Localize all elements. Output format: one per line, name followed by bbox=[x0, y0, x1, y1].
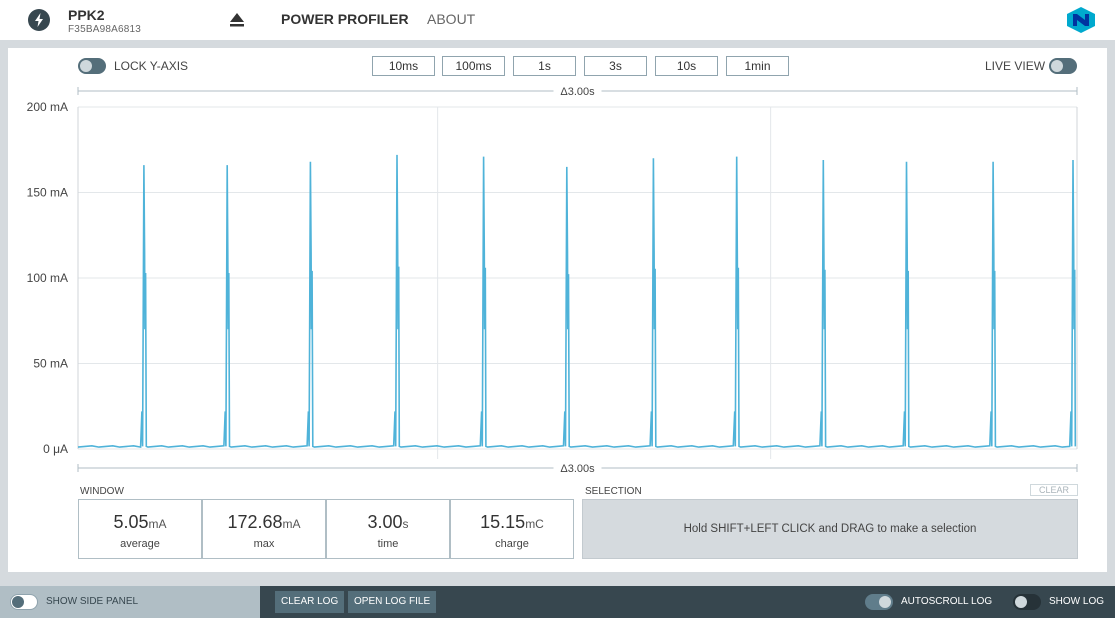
device-serial: F35BA98A6813 bbox=[68, 24, 142, 35]
nordic-logo-icon bbox=[1067, 7, 1095, 33]
selection-section-label: SELECTION bbox=[585, 486, 642, 497]
toggle-knob bbox=[1015, 596, 1027, 608]
tab-power-profiler[interactable]: POWER PROFILER bbox=[281, 11, 409, 27]
window-section-label: WINDOW bbox=[80, 486, 124, 497]
clear-log-button[interactable]: CLEAR LOG bbox=[275, 591, 345, 613]
stat-max: 172.68mA max bbox=[202, 499, 326, 559]
eject-icon[interactable] bbox=[228, 12, 246, 28]
stat-caption: average bbox=[120, 538, 160, 550]
app-header: PPK2 F35BA98A6813 POWER PROFILER ABOUT bbox=[0, 0, 1115, 40]
delta-top-label: Δ3.00s bbox=[560, 86, 595, 98]
y-tick-label: 200 mA bbox=[27, 100, 68, 114]
bolt-icon[interactable] bbox=[28, 9, 50, 31]
selection-area[interactable]: Hold SHIFT+LEFT CLICK and DRAG to make a… bbox=[582, 499, 1078, 559]
tab-about[interactable]: ABOUT bbox=[427, 11, 475, 27]
device-name[interactable]: PPK2 bbox=[68, 7, 105, 23]
clear-selection-button[interactable]: CLEAR bbox=[1030, 484, 1078, 496]
stat-unit: mC bbox=[525, 517, 544, 531]
stat-average: 5.05mA average bbox=[78, 499, 202, 559]
toggle-knob bbox=[12, 596, 24, 608]
main-panel: LOCK Y-AXIS 10ms 100ms 1s 3s 10s 1min LIVE VI… bbox=[8, 48, 1107, 572]
stat-value: 172.68 bbox=[227, 512, 283, 532]
stat-charge: 15.15mC charge bbox=[450, 499, 574, 559]
stat-value: 5.05 bbox=[113, 512, 149, 532]
y-tick-label: 150 mA bbox=[27, 186, 68, 200]
selection-hint: Hold SHIFT+LEFT CLICK and DRAG to make a… bbox=[683, 523, 977, 535]
y-tick-label: 100 mA bbox=[27, 271, 68, 285]
current-trace bbox=[77, 154, 1077, 449]
autoscroll-log-label: AUTOSCROLL LOG bbox=[901, 596, 993, 607]
show-side-panel-label: SHOW SIDE PANEL bbox=[46, 596, 139, 607]
y-tick-label: 50 mA bbox=[33, 357, 68, 371]
stat-time: 3.00s time bbox=[326, 499, 450, 559]
delta-bottom-label: Δ3.00s bbox=[560, 463, 595, 475]
show-side-panel-toggle[interactable] bbox=[10, 594, 38, 610]
stat-caption: charge bbox=[495, 538, 529, 550]
stat-unit: mA bbox=[282, 517, 301, 531]
footer-log-bar: CLEAR LOG OPEN LOG FILE AUTOSCROLL LOG S… bbox=[260, 586, 1115, 618]
autoscroll-log-toggle[interactable] bbox=[865, 594, 893, 610]
stat-unit: s bbox=[402, 517, 409, 531]
show-log-label: SHOW LOG bbox=[1049, 596, 1105, 607]
y-tick-label: 0 μA bbox=[43, 442, 68, 456]
stat-value: 15.15 bbox=[480, 512, 526, 532]
open-log-file-button[interactable]: OPEN LOG FILE bbox=[348, 591, 437, 613]
stat-unit: mA bbox=[148, 517, 167, 531]
current-chart[interactable]: 200 mA 150 mA 100 mA 50 mA 0 μA Δ3.00s Δ3.00s bbox=[8, 48, 1107, 478]
footer-side-panel-area: SHOW SIDE PANEL bbox=[0, 586, 260, 618]
stat-caption: max bbox=[253, 538, 275, 550]
stat-value: 3.00 bbox=[367, 512, 403, 532]
stat-caption: time bbox=[377, 538, 399, 550]
toggle-knob bbox=[879, 596, 891, 608]
show-log-toggle[interactable] bbox=[1013, 594, 1041, 610]
